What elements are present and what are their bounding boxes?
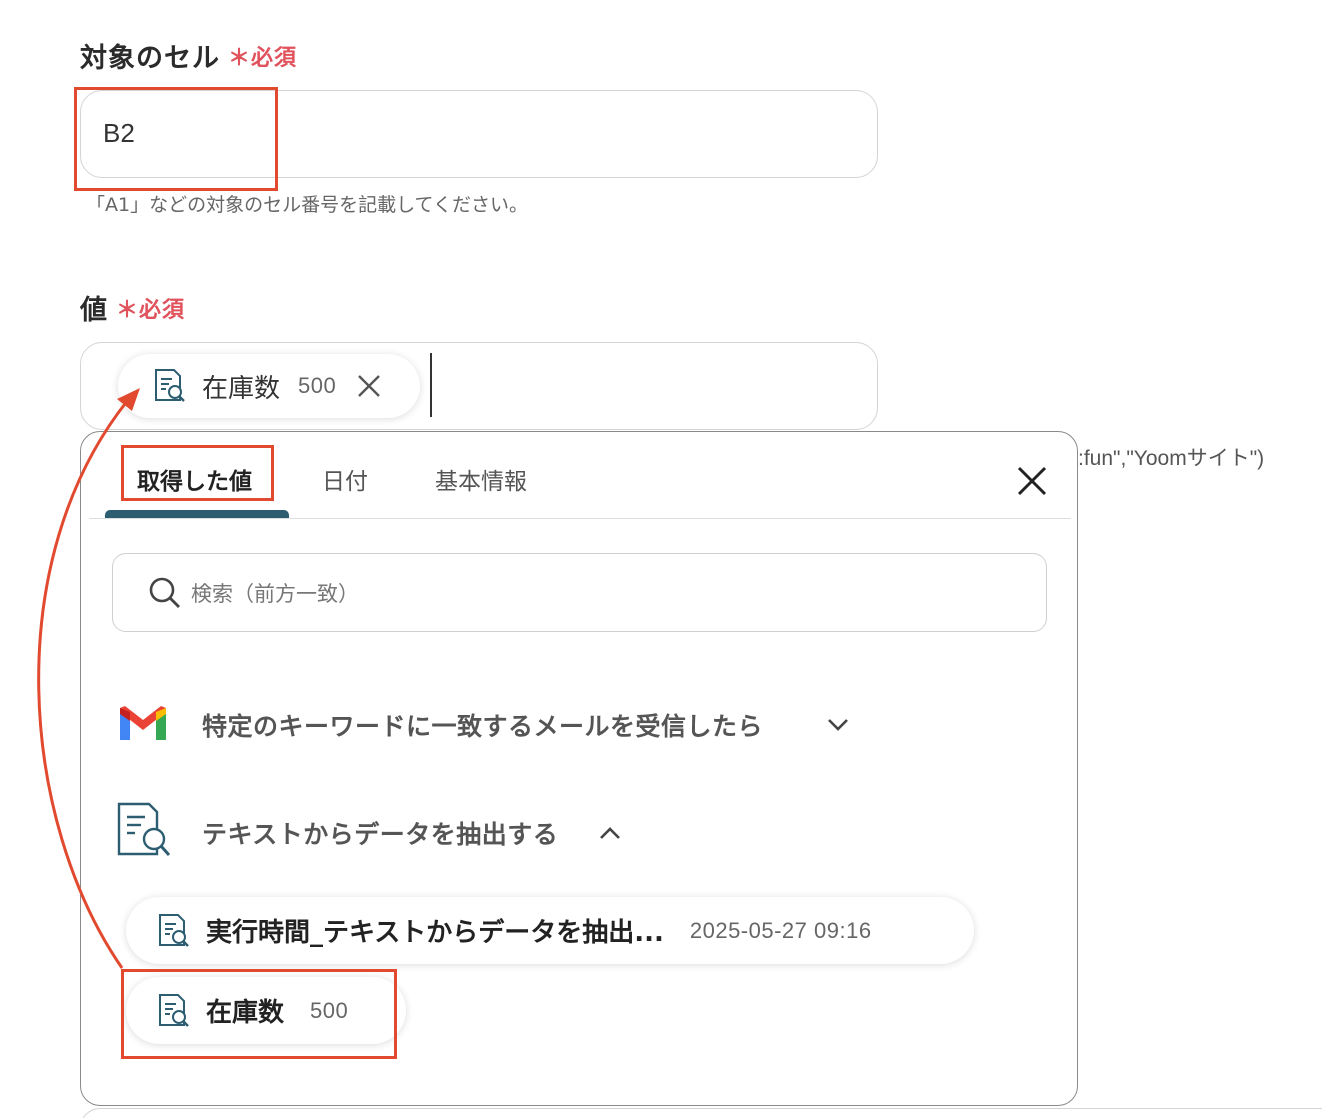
text-extract-icon	[117, 802, 171, 856]
tab-date[interactable]: 日付	[322, 462, 368, 496]
gmail-icon	[120, 706, 166, 740]
value-chip[interactable]: 在庫数 500	[118, 354, 420, 418]
target-cell-help: 「A1」などの対象のセル番号を記載してください。	[86, 194, 528, 216]
remove-chip-icon[interactable]	[356, 373, 382, 399]
required-text: 必須	[139, 298, 186, 323]
tab-basic-info[interactable]: 基本情報	[435, 462, 527, 496]
chevron-up-icon	[600, 827, 620, 839]
value-chip-value: 500	[298, 373, 337, 398]
target-cell-label: 対象のセル ＊必須	[80, 36, 297, 75]
required-text: 必須	[251, 46, 298, 71]
required-indicator: ＊必須	[116, 298, 185, 323]
tab-acquired-values[interactable]: 取得した値	[137, 462, 252, 496]
active-tab-indicator	[105, 510, 289, 518]
item-name: 実行時間_テキストからデータを抽出...	[206, 918, 664, 948]
variable-picker-panel: 取得した値 日付 基本情報 検索（前方一致） 特定のキーワードに一致するメールを…	[80, 431, 1078, 1106]
target-cell-label-text: 対象のセル	[80, 43, 220, 74]
required-indicator: ＊必須	[228, 46, 297, 71]
text-extract-icon	[155, 369, 185, 402]
required-asterisk: ＊	[228, 46, 252, 71]
required-asterisk: ＊	[116, 298, 140, 323]
group-title-gmail: 特定のキーワードに一致するメールを受信したら	[202, 712, 764, 741]
search-placeholder: 検索（前方一致）	[191, 582, 359, 606]
value-label: 値 ＊必須	[80, 288, 185, 327]
value-chip-name: 在庫数	[202, 373, 281, 404]
item-name: 在庫数	[206, 998, 285, 1028]
search-icon	[149, 577, 180, 608]
group-title-text-extract: テキストからデータを抽出する	[202, 820, 559, 849]
background-hint-text: :fun","Yoomサイト")	[1078, 447, 1265, 470]
target-cell-value: B2	[103, 118, 135, 148]
next-field-edge	[80, 1108, 1322, 1118]
tab-divider	[89, 518, 1071, 519]
list-item-execution-time[interactable]: 実行時間_テキストからデータを抽出... 2025-05-27 09:16	[126, 897, 974, 964]
target-cell-input[interactable]: B2	[80, 90, 878, 178]
text-extract-icon	[159, 993, 189, 1027]
search-input[interactable]: 検索（前方一致）	[112, 553, 1047, 632]
item-value: 500	[310, 997, 349, 1023]
list-item-stock-count[interactable]: 在庫数 500	[126, 977, 406, 1044]
item-value: 2025-05-27 09:16	[689, 917, 872, 943]
chevron-down-icon	[828, 719, 848, 731]
page: 対象のセル ＊必須 B2 「A1」などの対象のセル番号を記載してください。 値＊必…	[0, 0, 1322, 1118]
text-extract-icon	[159, 913, 189, 947]
text-cursor	[430, 353, 432, 417]
value-label-text: 値	[80, 295, 108, 326]
close-icon[interactable]	[1011, 460, 1053, 502]
